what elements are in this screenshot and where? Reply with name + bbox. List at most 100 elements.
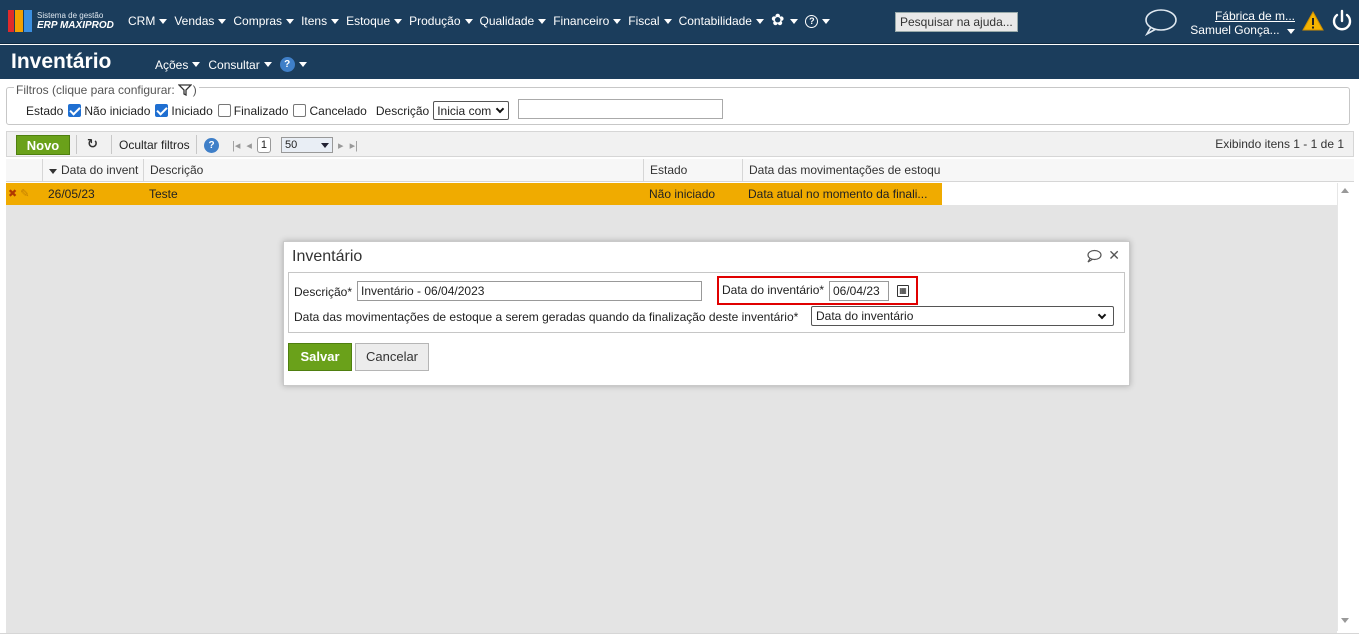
close-icon[interactable]: ✕ bbox=[1108, 247, 1120, 264]
cell-descricao: Teste bbox=[149, 187, 178, 201]
descricao-input[interactable]: Inventário - 06/04/2023 bbox=[357, 281, 702, 301]
chevron-down-icon bbox=[218, 18, 227, 24]
menu-producao-label: Produção bbox=[409, 14, 461, 28]
warning-icon[interactable] bbox=[1302, 10, 1324, 32]
menu-fiscal[interactable]: Fiscal bbox=[628, 14, 672, 28]
scroll-down-icon[interactable] bbox=[1341, 618, 1349, 623]
page-number-input[interactable]: 1 bbox=[256, 137, 272, 153]
edit-icon[interactable]: ✎ bbox=[20, 187, 29, 200]
column-header-estado[interactable]: Estado bbox=[643, 159, 742, 182]
erp-logo[interactable]: Sistema de gestão ERP MAXIPROD bbox=[8, 10, 114, 32]
descricao-filter-input[interactable] bbox=[518, 99, 723, 119]
menu-producao[interactable]: Produção bbox=[409, 14, 473, 28]
chevron-down-icon bbox=[790, 18, 799, 24]
scroll-up-icon[interactable] bbox=[1341, 188, 1349, 193]
menu-qualidade[interactable]: Qualidade bbox=[480, 14, 547, 28]
menu-itens[interactable]: Itens bbox=[301, 14, 340, 28]
checkbox-nao-iniciado-label: Não iniciado bbox=[84, 103, 151, 118]
chevron-down-icon bbox=[192, 62, 201, 67]
checkbox-cancelado[interactable] bbox=[293, 104, 307, 117]
chevron-down-icon bbox=[321, 142, 330, 148]
checkbox-finalizado-label: Finalizado bbox=[233, 103, 289, 118]
user-menu[interactable]: Fábrica de m... Samuel Gonça... bbox=[1190, 9, 1295, 37]
checkbox-cancelado-label: Cancelado bbox=[309, 103, 367, 118]
cancelar-button[interactable]: Cancelar bbox=[355, 343, 429, 371]
data-inventario-input[interactable]: 06/04/23 bbox=[829, 281, 889, 301]
items-count-text: Exibindo itens 1 - 1 de 1 bbox=[1215, 137, 1344, 151]
cell-estado: Não iniciado bbox=[649, 187, 716, 201]
menu-estoque[interactable]: Estoque bbox=[346, 14, 403, 28]
dialog-controls: ✕ bbox=[1086, 247, 1120, 264]
logo-icon bbox=[8, 10, 32, 32]
acoes-label: Ações bbox=[155, 57, 189, 72]
grid-scrollbar[interactable] bbox=[1337, 183, 1354, 631]
menu-settings[interactable]: ✿ bbox=[770, 12, 799, 29]
menu-contabilidade[interactable]: Contabilidade bbox=[679, 14, 764, 28]
help-search-input[interactable]: Pesquisar na ajuda... bbox=[895, 12, 1018, 32]
company-name[interactable]: Fábrica de m... bbox=[1190, 9, 1295, 23]
first-page-icon[interactable]: |◂ bbox=[232, 139, 240, 152]
chevron-down-icon bbox=[1097, 310, 1107, 320]
gear-icon: ✿ bbox=[770, 12, 785, 29]
page-title: Inventário bbox=[11, 50, 112, 73]
column-header-movimentacoes[interactable]: Data das movimentações de estoqu bbox=[742, 159, 1337, 182]
row-controls: ✖ ✎ bbox=[8, 187, 29, 200]
per-page-select[interactable]: 50 bbox=[281, 137, 334, 153]
delete-icon[interactable]: ✖ bbox=[8, 187, 17, 200]
checkbox-finalizado[interactable] bbox=[217, 104, 231, 117]
prev-page-icon[interactable]: ◂ bbox=[246, 139, 252, 152]
menu-vendas[interactable]: Vendas bbox=[174, 14, 227, 28]
calendar-icon[interactable]: ▦ bbox=[897, 285, 909, 297]
checkbox-iniciado[interactable] bbox=[155, 104, 169, 117]
main-menu: CRM Vendas Compras Itens Estoque Produçã… bbox=[128, 12, 837, 29]
help-icon: ? bbox=[204, 138, 219, 153]
menu-financeiro[interactable]: Financeiro bbox=[553, 14, 622, 28]
filter-icon bbox=[177, 84, 192, 96]
column-header-descricao[interactable]: Descrição bbox=[143, 159, 643, 182]
menu-compras-label: Compras bbox=[233, 14, 283, 28]
last-page-icon[interactable]: ▸| bbox=[350, 139, 358, 152]
inventario-dialog: Inventário ✕ Descrição* Inventário - 06/… bbox=[283, 241, 1130, 386]
comment-icon[interactable] bbox=[1086, 249, 1102, 263]
refresh-icon[interactable]: ↻ bbox=[87, 136, 98, 152]
next-page-icon[interactable]: ▸ bbox=[338, 139, 344, 152]
page-header: Inventário Ações Consultar ? bbox=[0, 45, 1359, 79]
consultar-menu[interactable]: Consultar bbox=[208, 58, 272, 72]
grid-toolbar: Novo ↻ Ocultar filtros ? |◂ ◂ 1 50 ▸ ▸| … bbox=[6, 131, 1354, 157]
column-header-data[interactable]: Data do invent bbox=[42, 159, 144, 182]
filters-legend-label: Filtros (clique para configurar: bbox=[16, 83, 175, 97]
checkbox-nao-iniciado[interactable] bbox=[68, 104, 82, 117]
novo-button[interactable]: Novo bbox=[16, 135, 70, 155]
chevron-down-icon bbox=[263, 62, 272, 67]
page-footer-edge bbox=[0, 633, 1359, 640]
user-name: Samuel Gonça... bbox=[1190, 23, 1280, 37]
chevron-down-icon bbox=[822, 18, 831, 24]
menu-help[interactable]: ? bbox=[805, 14, 831, 28]
table-row[interactable]: ✖ ✎ 26/05/23 Teste Não iniciado Data atu… bbox=[6, 183, 942, 205]
dialog-title: Inventário bbox=[292, 248, 363, 265]
brand-line2: ERP MAXIPROD bbox=[37, 20, 114, 31]
acoes-menu[interactable]: Ações bbox=[155, 57, 201, 72]
chat-icon[interactable] bbox=[1142, 8, 1178, 36]
menu-financeiro-label: Financeiro bbox=[553, 14, 610, 28]
movimentacoes-select[interactable]: Data do inventário bbox=[811, 306, 1114, 326]
sort-desc-icon bbox=[49, 169, 57, 174]
chevron-down-icon bbox=[464, 18, 473, 24]
filters-row: Estado Não iniciado Iniciado Finalizado … bbox=[26, 101, 510, 120]
filters-legend[interactable]: Filtros (clique para configurar: ) bbox=[14, 83, 199, 97]
descricao-label: Descrição* bbox=[294, 285, 353, 299]
power-icon[interactable] bbox=[1330, 9, 1354, 33]
grid-help-button[interactable]: ? bbox=[204, 137, 219, 153]
ocultar-filtros-button[interactable]: Ocultar filtros bbox=[119, 138, 190, 152]
menu-vendas-label: Vendas bbox=[174, 14, 215, 28]
descricao-mode-value: Inicia com bbox=[437, 103, 492, 118]
menu-compras[interactable]: Compras bbox=[233, 14, 295, 28]
salvar-button[interactable]: Salvar bbox=[288, 343, 352, 371]
menu-crm[interactable]: CRM bbox=[128, 14, 168, 28]
chevron-down-icon bbox=[394, 18, 403, 24]
chevron-down-icon bbox=[286, 18, 295, 24]
movimentacoes-value: Data do inventário bbox=[816, 309, 914, 323]
help-icon: ? bbox=[279, 57, 295, 72]
descricao-mode-select[interactable]: Inicia com bbox=[433, 101, 510, 120]
page-help-menu[interactable]: ? bbox=[279, 57, 307, 72]
